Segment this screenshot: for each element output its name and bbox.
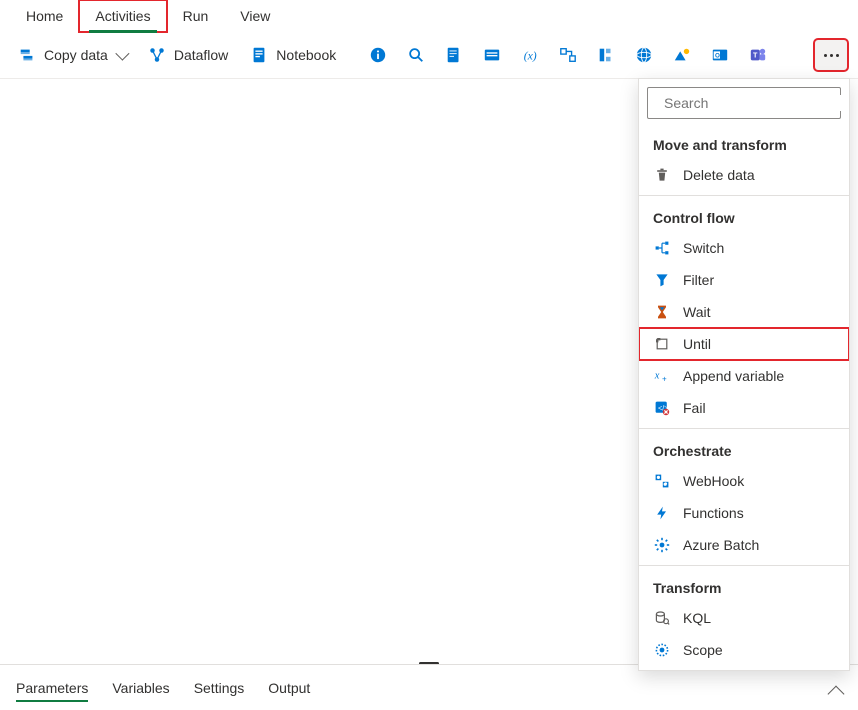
menu-label: Wait [683,304,710,320]
tab-home[interactable]: Home [10,0,79,32]
activities-dropdown: Move and transform Delete data Control f… [638,78,850,671]
section-orchestrate: Orchestrate [639,433,849,465]
menu-item-azure-batch[interactable]: Azure Batch [639,529,849,561]
scope-icon [653,641,671,659]
section-move-transform: Move and transform [639,127,849,159]
until-icon [653,335,671,353]
copy-data-label: Copy data [44,47,108,63]
menu-item-append-variable[interactable]: x+ Append variable [639,360,849,392]
menu-item-kql[interactable]: KQL [639,602,849,634]
tab-parameters[interactable]: Parameters [16,668,88,708]
web-icon[interactable] [628,39,660,71]
search-input[interactable] [664,95,845,111]
svg-text:O: O [715,52,720,59]
menu-item-delete-data[interactable]: Delete data [639,159,849,191]
tab-output[interactable]: Output [268,668,310,708]
search-icon[interactable] [400,39,432,71]
svg-text:+: + [662,375,667,384]
menu-item-functions[interactable]: Functions [639,497,849,529]
section-transform: Transform [639,570,849,602]
separator [639,428,849,429]
menu-label: Switch [683,240,724,256]
office365-outlook-icon[interactable]: O [704,39,736,71]
append-variable-icon: x+ [653,367,671,385]
separator [639,195,849,196]
svg-text:T: T [753,51,758,60]
trash-icon [653,166,671,184]
dataflow-button[interactable]: Dataflow [140,39,236,71]
webhook-icon [653,472,671,490]
separator [639,565,849,566]
tab-settings[interactable]: Settings [194,668,245,708]
chevron-down-icon [115,47,129,61]
switch-icon [653,239,671,257]
info-icon[interactable] [362,39,394,71]
menu-item-wait[interactable]: Wait [639,296,849,328]
menu-label: Fail [683,400,706,416]
gear-icon [653,536,671,554]
menu-item-until[interactable]: Until [639,328,849,360]
menu-label: Azure Batch [683,537,759,553]
script-icon[interactable] [438,39,470,71]
tab-variables[interactable]: Variables [112,668,169,708]
tab-run[interactable]: Run [167,0,225,32]
menu-item-switch[interactable]: Switch [639,232,849,264]
tab-view[interactable]: View [224,0,286,32]
kql-icon [653,609,671,627]
menu-item-webhook[interactable]: WebHook [639,465,849,497]
menu-item-fail[interactable]: </> Fail [639,392,849,424]
notebook-icon [250,46,268,64]
hourglass-icon [653,303,671,321]
svg-text:(x): (x) [524,50,537,63]
collapse-panel-button[interactable] [828,685,845,702]
menu-label: Delete data [683,167,755,183]
notebook-button[interactable]: Notebook [242,39,344,71]
menu-label: Append variable [683,368,784,384]
set-variable-icon[interactable]: (x) [514,39,546,71]
activities-toolbar: Copy data Dataflow Notebook (x) [0,32,858,78]
functions-icon [653,504,671,522]
section-control-flow: Control flow [639,200,849,232]
menu-item-scope[interactable]: Scope [639,634,849,666]
dataflow-icon [148,46,166,64]
more-activities-button[interactable] [814,39,848,71]
menu-label: Until [683,336,711,352]
teams-icon[interactable]: T [742,39,774,71]
menu-item-filter[interactable]: Filter [639,264,849,296]
invoke-pipeline-icon[interactable] [552,39,584,71]
menu-label: Functions [683,505,744,521]
menu-label: WebHook [683,473,744,489]
ellipsis-icon [824,54,839,57]
search-box[interactable] [647,87,841,119]
menu-label: Scope [683,642,723,658]
notebook-label: Notebook [276,47,336,63]
menu-label: Filter [683,272,714,288]
top-tab-bar: Home Activities Run View [0,0,858,32]
fail-icon: </> [653,399,671,417]
copy-data-icon [18,46,36,64]
semantic-model-refresh-icon[interactable] [666,39,698,71]
svg-text:x: x [654,370,660,381]
menu-label: KQL [683,610,711,626]
copy-data-button[interactable]: Copy data [10,39,134,71]
stored-procedure-icon[interactable] [476,39,508,71]
tab-activities[interactable]: Activities [79,0,166,32]
foreach-icon[interactable] [590,39,622,71]
filter-icon [653,271,671,289]
dataflow-label: Dataflow [174,47,228,63]
